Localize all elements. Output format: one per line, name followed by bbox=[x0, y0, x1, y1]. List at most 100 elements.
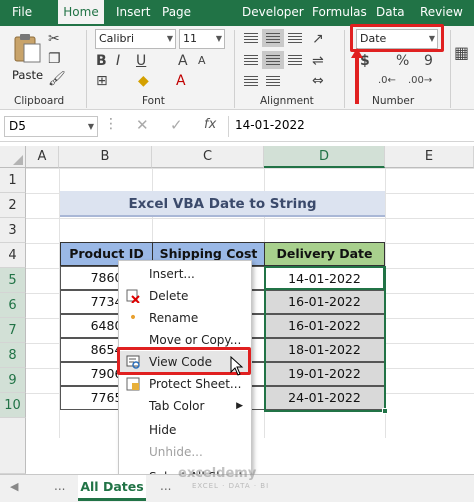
menu-item-protect-sheet[interactable]: Protect Sheet... bbox=[119, 373, 251, 395]
styles-icon[interactable]: ▦ bbox=[454, 44, 469, 62]
decrease-indent-icon bbox=[244, 76, 258, 86]
menu-item-delete[interactable]: Delete bbox=[119, 285, 251, 307]
group-divider bbox=[234, 30, 235, 108]
align-center-button[interactable] bbox=[262, 51, 284, 69]
fill-handle[interactable] bbox=[382, 408, 388, 414]
bold-button[interactable]: B bbox=[96, 52, 107, 70]
chevron-right-icon: ▶ bbox=[236, 401, 243, 411]
clipboard-icon bbox=[14, 34, 41, 63]
format-painter-icon[interactable]: 🖌 bbox=[48, 70, 66, 88]
group-divider bbox=[344, 30, 345, 108]
fill-color-icon[interactable]: ◆ bbox=[138, 72, 149, 90]
insert-function-icon[interactable]: fx bbox=[204, 117, 216, 132]
row-header-empty bbox=[0, 418, 26, 474]
column-header-d[interactable]: D bbox=[264, 146, 385, 168]
name-box-value: D5 bbox=[9, 119, 26, 133]
align-bottom-button[interactable] bbox=[284, 29, 306, 47]
column-header-c[interactable]: C bbox=[152, 146, 264, 168]
paste-button[interactable]: Paste bbox=[8, 30, 46, 88]
comma-button[interactable]: 9 bbox=[424, 52, 433, 70]
align-top-button[interactable] bbox=[240, 29, 262, 47]
enter-icon[interactable]: ✓ bbox=[170, 116, 183, 134]
font-name-combo[interactable]: Calibri ▼ bbox=[95, 29, 176, 49]
increase-indent-icon bbox=[266, 76, 280, 86]
align-left-button[interactable] bbox=[240, 51, 262, 69]
row-header-6[interactable]: 6 bbox=[0, 293, 26, 318]
shrink-font-button[interactable]: A bbox=[198, 52, 206, 70]
align-left-icon bbox=[244, 55, 258, 65]
formula-input[interactable]: 14-01-2022 bbox=[228, 116, 470, 137]
row-header-1[interactable]: 1 bbox=[0, 168, 26, 193]
sheet-tab-all-dates[interactable]: All Dates bbox=[78, 475, 146, 501]
italic-button[interactable]: I bbox=[116, 52, 120, 70]
row-header-2[interactable]: 2 bbox=[0, 193, 26, 218]
row-header-3[interactable]: 3 bbox=[0, 218, 26, 243]
menu-item-insert[interactable]: Insert... bbox=[119, 263, 251, 285]
tab-insert[interactable]: Insert bbox=[116, 0, 156, 26]
menu-item-hide[interactable]: Hide bbox=[119, 419, 251, 441]
menu-item-label: Tab Color bbox=[149, 399, 205, 413]
more-sheets-button[interactable]: ... bbox=[54, 479, 65, 493]
more-options-icon: ⋮ bbox=[104, 116, 118, 132]
tab-home[interactable]: Home bbox=[58, 0, 104, 26]
menu-item-rename[interactable]: • Rename bbox=[119, 307, 251, 329]
cut-icon[interactable]: ✂ bbox=[48, 30, 60, 48]
column-header-a[interactable]: A bbox=[26, 146, 59, 168]
menu-item-label: Delete bbox=[149, 289, 189, 303]
merge-center-icon[interactable]: ⇔ bbox=[312, 72, 324, 90]
row-header-8[interactable]: 8 bbox=[0, 343, 26, 368]
name-box[interactable]: D5 ▼ bbox=[4, 116, 98, 137]
tab-page-layout[interactable]: Page Layout bbox=[162, 0, 232, 43]
menu-item-label: Protect Sheet... bbox=[149, 377, 242, 391]
column-header-b[interactable]: B bbox=[59, 146, 152, 168]
percent-button[interactable]: % bbox=[396, 52, 409, 70]
underline-button[interactable]: U bbox=[136, 52, 146, 70]
menu-item-tab-color[interactable]: Tab Color ▶ bbox=[119, 395, 251, 417]
align-middle-button[interactable] bbox=[262, 29, 284, 47]
menu-item-label: Insert... bbox=[149, 267, 195, 281]
borders-icon[interactable]: ⊞ bbox=[96, 72, 108, 90]
increase-indent-button[interactable] bbox=[262, 72, 284, 90]
chevron-down-icon: ▼ bbox=[215, 34, 222, 43]
red-arrow-icon bbox=[351, 48, 363, 104]
row-header-10[interactable]: 10 bbox=[0, 393, 26, 418]
select-all-corner[interactable] bbox=[0, 146, 26, 168]
row-header-5[interactable]: 5 bbox=[0, 268, 26, 293]
tab-file[interactable]: File bbox=[12, 0, 42, 26]
font-size-combo[interactable]: 11 ▼ bbox=[179, 29, 225, 49]
row-header-7[interactable]: 7 bbox=[0, 318, 26, 343]
row-header-9[interactable]: 9 bbox=[0, 368, 26, 393]
decrease-decimal-icon[interactable]: .00→ bbox=[408, 72, 432, 90]
tab-data[interactable]: Data bbox=[376, 0, 406, 26]
font-color-icon[interactable]: A bbox=[176, 72, 186, 90]
align-right-button[interactable] bbox=[284, 51, 306, 69]
number-format-highlight bbox=[350, 24, 444, 52]
mouse-pointer-icon bbox=[230, 356, 244, 376]
clipboard-group-label: Clipboard bbox=[14, 95, 65, 107]
select-all-icon bbox=[13, 155, 23, 165]
tab-formulas[interactable]: Formulas bbox=[312, 0, 367, 26]
menu-item-label: Hide bbox=[149, 423, 177, 437]
chevron-down-icon: ▼ bbox=[87, 122, 94, 131]
number-group-label: Number bbox=[372, 95, 415, 107]
tab-developer[interactable]: Developer bbox=[242, 0, 304, 26]
grow-font-button[interactable]: A bbox=[178, 52, 188, 70]
watermark-logo: exceldemy bbox=[178, 466, 257, 481]
font-size-value: 11 bbox=[183, 32, 197, 45]
row-header-4[interactable]: 4 bbox=[0, 243, 26, 268]
cancel-icon[interactable]: ✕ bbox=[136, 116, 149, 134]
ribbon-tab-bar: File Home Insert Page Layout Developer F… bbox=[0, 0, 474, 43]
selection-border bbox=[264, 266, 386, 412]
tab-review[interactable]: Review bbox=[420, 0, 466, 26]
decrease-indent-button[interactable] bbox=[240, 72, 262, 90]
copy-icon[interactable]: ❐ bbox=[48, 50, 61, 68]
column-header-e[interactable]: E bbox=[385, 146, 474, 168]
increase-decimal-icon[interactable]: .0← bbox=[378, 72, 396, 90]
header-delivery-date[interactable]: Delivery Date bbox=[264, 242, 385, 266]
scroll-left-button[interactable]: ◀ bbox=[10, 480, 18, 493]
wrap-text-icon[interactable]: ⇌ bbox=[312, 52, 324, 70]
orientation-icon[interactable]: ↗ bbox=[312, 30, 324, 48]
paste-label: Paste bbox=[12, 68, 44, 82]
sheet-tab-context-menu: Insert... Delete • Rename Move or Copy..… bbox=[118, 260, 252, 492]
more-sheets-button[interactable]: ... bbox=[160, 479, 171, 493]
